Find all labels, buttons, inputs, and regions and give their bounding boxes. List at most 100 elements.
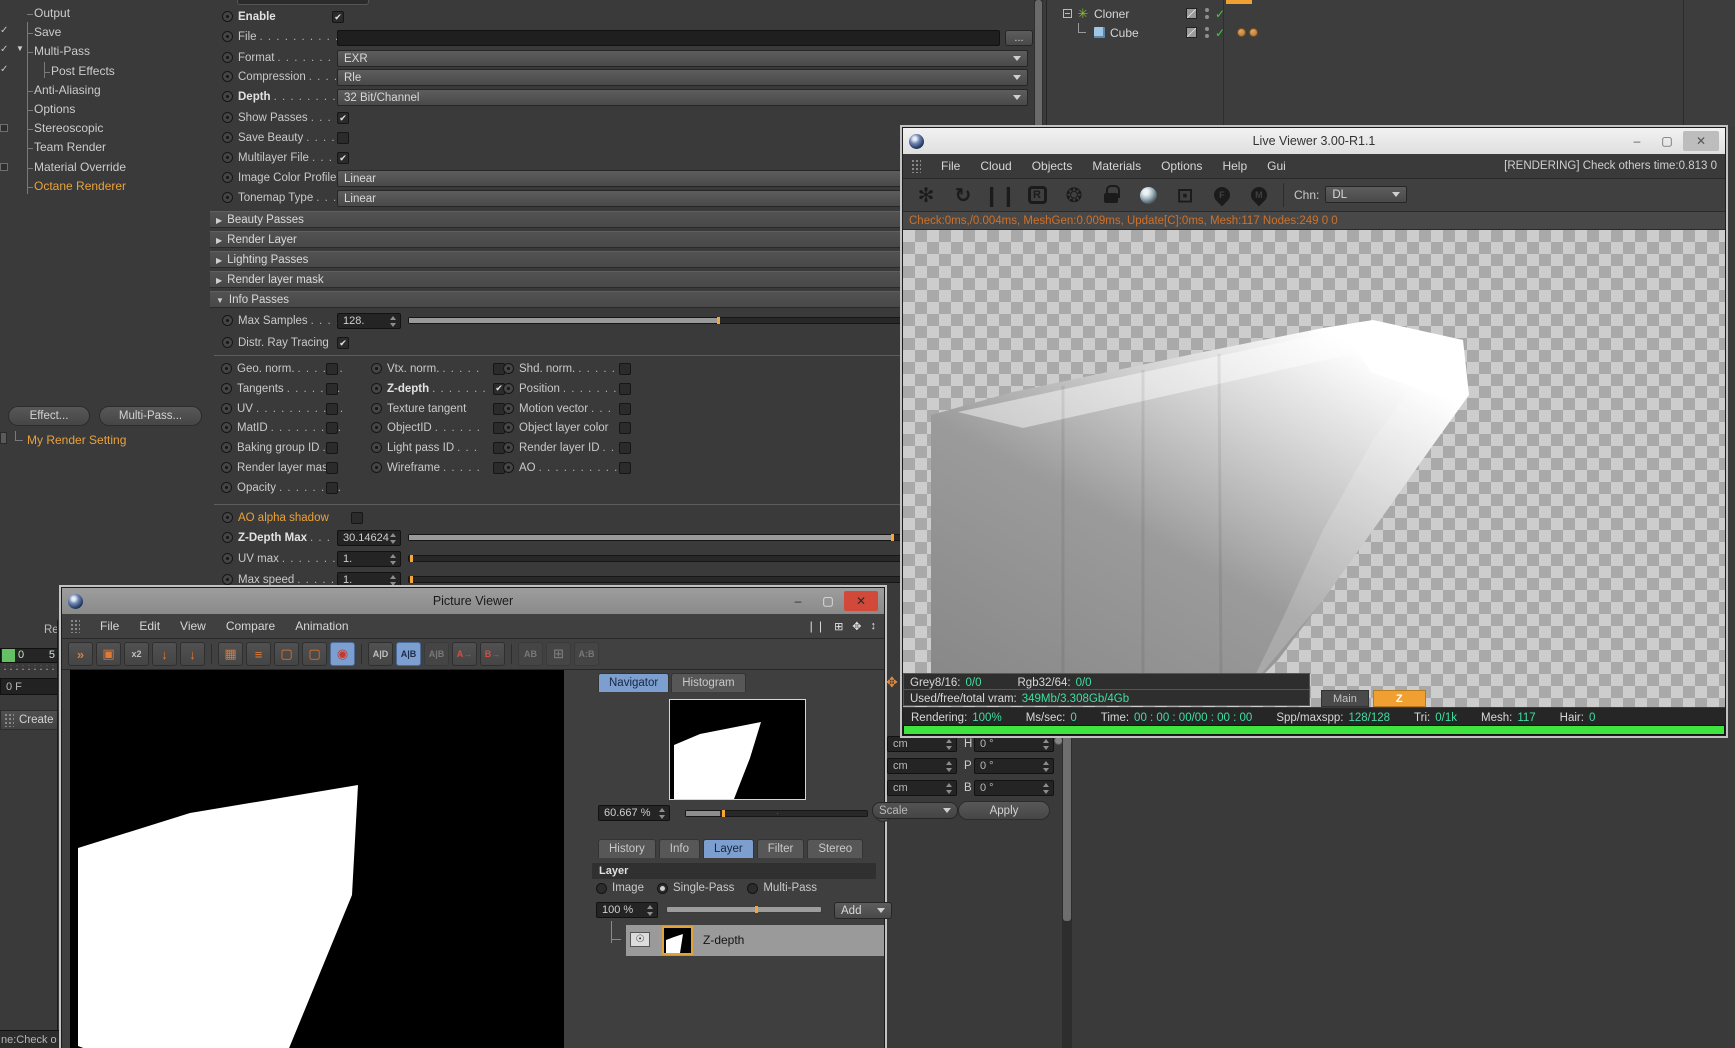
lv-tool-picture-frame-icon[interactable]: ⊡ xyxy=(1170,182,1200,209)
pass-checkbox[interactable] xyxy=(326,402,338,415)
enabled-check-icon[interactable]: ✓ xyxy=(1215,7,1225,21)
pass-radio[interactable] xyxy=(503,422,514,434)
pass-radio[interactable] xyxy=(371,382,382,394)
pass-radio[interactable] xyxy=(371,363,382,374)
stepper-icon[interactable] xyxy=(945,782,954,795)
pv-maximize-button[interactable]: ▢ xyxy=(814,591,842,611)
pass-checkbox[interactable] xyxy=(619,461,631,474)
stepper-icon[interactable] xyxy=(646,904,655,917)
zoom-slider[interactable] xyxy=(685,810,868,817)
timeline-strip[interactable]: 0 5 xyxy=(0,648,58,663)
attr-radio[interactable] xyxy=(222,152,233,163)
pv-layout-columns-icon[interactable]: ❘❘ xyxy=(807,620,825,633)
visibility-dots-icon[interactable] xyxy=(1205,27,1209,38)
unit-field[interactable]: cm xyxy=(887,780,957,796)
render-viewport[interactable]: Grey8/16: 0/0 Rgb32/64: 0/0 Used/free/total… xyxy=(903,230,1725,707)
pass-radio[interactable] xyxy=(221,422,232,434)
pass-checkbox[interactable] xyxy=(619,442,631,455)
pv-close-button[interactable]: ✕ xyxy=(844,591,878,611)
enabled-check-icon[interactable]: ✓ xyxy=(0,44,8,55)
lv-menu-file[interactable]: File xyxy=(941,159,960,173)
stepper-icon[interactable] xyxy=(658,807,667,820)
pass-checkbox[interactable] xyxy=(619,422,631,435)
tab-histogram[interactable]: Histogram xyxy=(671,673,746,692)
mode-multi-pass[interactable]: Multi-Pass xyxy=(747,882,817,894)
pass-checkbox[interactable] xyxy=(619,363,631,375)
pass-radio[interactable] xyxy=(371,461,382,473)
pv-tool-compare-adjust-icon[interactable]: A:B xyxy=(574,642,599,666)
pass-checkbox[interactable] xyxy=(619,382,631,395)
expander-icon[interactable] xyxy=(1063,9,1072,18)
pv-scroll-view-icon[interactable]: ↕ xyxy=(871,620,877,633)
pv-menu-edit[interactable]: Edit xyxy=(139,619,160,633)
pass-radio[interactable] xyxy=(503,402,514,414)
tab-stereo[interactable]: Stereo xyxy=(807,839,864,858)
lv-tool-render-region-icon[interactable]: R xyxy=(1022,182,1052,209)
pv-menu-animation[interactable]: Animation xyxy=(295,619,348,633)
stepper-icon[interactable] xyxy=(389,574,398,587)
pv-tool-import-image-icon[interactable]: ↓ xyxy=(152,642,177,666)
pv-tool-frame-ab-icon[interactable]: ◉ xyxy=(330,642,355,666)
pv-tool-set-a-icon[interactable]: A→ xyxy=(452,642,477,666)
tree-item-options[interactable]: ✓ ▼ Options xyxy=(0,100,208,119)
enabled-check-icon[interactable]: ✓ xyxy=(0,64,8,75)
pass-radio[interactable] xyxy=(221,442,232,454)
timeline-marker[interactable] xyxy=(2,649,15,662)
enable-checkbox[interactable] xyxy=(332,11,344,23)
pv-tool-open-icon[interactable]: » xyxy=(68,642,93,666)
lv-tool-material-picker-icon[interactable]: M xyxy=(1244,182,1274,209)
stepper-icon[interactable] xyxy=(945,760,954,773)
rendered-image-canvas[interactable] xyxy=(70,670,564,1048)
file-browse-button[interactable]: ... xyxy=(1005,30,1033,46)
pv-pan-view-icon[interactable]: ✥ xyxy=(852,620,861,633)
save-beauty-checkbox[interactable] xyxy=(337,132,349,144)
pass-radio[interactable] xyxy=(503,442,514,454)
angle-field[interactable]: 0 ° xyxy=(974,736,1054,752)
attr-radio[interactable] xyxy=(222,31,233,42)
attr-radio[interactable] xyxy=(222,337,233,348)
picture-viewer-titlebar[interactable]: Picture Viewer – ▢ ✕ xyxy=(62,588,884,614)
object-cloner[interactable]: ✳ Cloner ✓ xyxy=(1047,4,1447,23)
tab-history[interactable]: History xyxy=(598,839,656,858)
attr-radio[interactable] xyxy=(222,532,233,543)
tree-item-material-override[interactable]: ✓ ▼ Material Override xyxy=(0,158,208,177)
mode-single-pass[interactable]: Single-Pass xyxy=(656,882,734,894)
stepper-icon[interactable] xyxy=(1042,738,1051,751)
lv-tool-restart-render-icon[interactable]: ↻ xyxy=(948,182,978,209)
live-viewer-titlebar[interactable]: Live Viewer 3.00-R1.1 – ▢ ✕ xyxy=(903,128,1725,154)
tree-item-team-render[interactable]: ✓ ▼ Team Render xyxy=(0,138,208,157)
pv-tool-separator[interactable] xyxy=(511,644,512,664)
uv-max-field[interactable]: 1. xyxy=(337,551,401,567)
pv-layout-new-icon[interactable]: ⊞ xyxy=(834,620,843,633)
depth-select[interactable]: 32 Bit/Channel xyxy=(337,89,1028,106)
layer-opacity-field[interactable]: 100 % xyxy=(596,902,658,918)
pv-tool-separator[interactable] xyxy=(211,644,212,664)
pass-radio[interactable] xyxy=(503,363,514,374)
multilayer-file-checkbox[interactable] xyxy=(337,152,349,164)
lv-menu-materials[interactable]: Materials xyxy=(1092,159,1141,173)
pv-minimize-button[interactable]: – xyxy=(784,591,812,611)
pass-checkbox[interactable] xyxy=(619,402,631,415)
stepper-icon[interactable] xyxy=(389,315,398,328)
angle-field[interactable]: 0 ° xyxy=(974,758,1054,774)
pv-tool-save-icon[interactable]: ▣ xyxy=(96,642,121,666)
expand-arrow-icon[interactable]: ▼ xyxy=(16,44,24,53)
zoom-field[interactable]: 60.667 % xyxy=(598,805,670,821)
blend-mode-select[interactable]: Add xyxy=(834,902,892,919)
attr-radio[interactable] xyxy=(222,512,233,523)
lv-menu-options[interactable]: Options xyxy=(1161,159,1202,173)
pass-radio[interactable] xyxy=(503,382,514,394)
tree-item-save[interactable]: ✓ ▼ Save xyxy=(0,23,208,42)
stepper-icon[interactable] xyxy=(945,738,954,751)
angle-field[interactable]: 0 ° xyxy=(974,780,1054,796)
lv-close-button[interactable]: ✕ xyxy=(1683,131,1719,151)
pv-tool-layer-manager-icon[interactable]: ≡ xyxy=(246,642,271,666)
pass-checkbox[interactable] xyxy=(326,382,338,395)
pv-tool-frame-b-icon[interactable]: ▢ xyxy=(302,642,327,666)
attr-radio[interactable] xyxy=(222,192,233,203)
file-path-input[interactable] xyxy=(337,30,1000,46)
ao-alpha-shadow-checkbox[interactable] xyxy=(351,512,363,524)
pass-radio[interactable] xyxy=(221,382,232,394)
tree-item-octane-renderer[interactable]: ✓ ▼ Octane Renderer xyxy=(0,177,208,196)
stepper-icon[interactable] xyxy=(1042,782,1051,795)
